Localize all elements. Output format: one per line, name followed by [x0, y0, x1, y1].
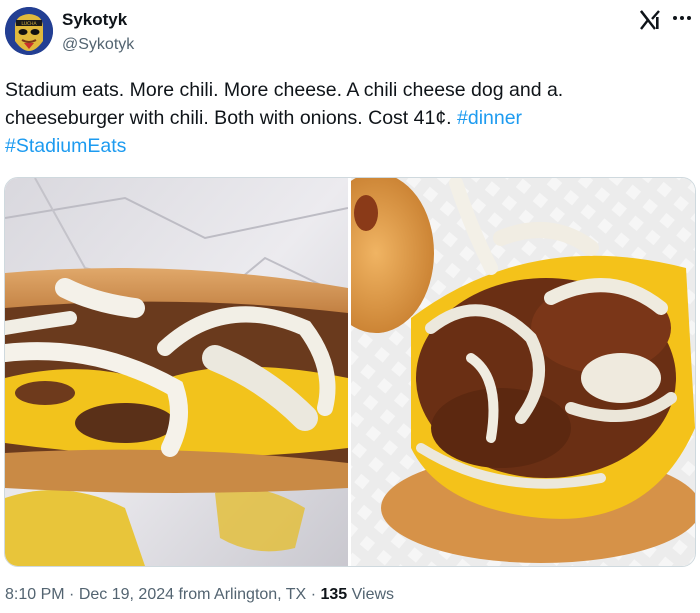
- x-logo-icon[interactable]: [638, 8, 662, 32]
- photo-chili-cheeseburger[interactable]: [351, 178, 695, 566]
- avatar[interactable]: LUCHA: [5, 7, 53, 55]
- views-label: Views: [351, 586, 395, 603]
- tweet-date[interactable]: Dec 19, 2024: [79, 586, 174, 603]
- meta-separator: ·: [310, 586, 317, 603]
- hashtag-stadiumeats[interactable]: #StadiumEats: [5, 135, 126, 157]
- avatar-mask-icon: LUCHA: [5, 7, 53, 55]
- tweet-meta: 8:10 PM · Dec 19, 2024 from Arlington, T…: [5, 585, 394, 605]
- location-prefix: from: [178, 586, 211, 603]
- tweet-text: Stadium eats. More chili. More cheese. A…: [5, 76, 645, 160]
- more-options-icon[interactable]: [669, 6, 695, 30]
- svg-text:LUCHA: LUCHA: [21, 21, 37, 27]
- dot: [687, 16, 691, 20]
- photo-chili-cheese-dog[interactable]: [5, 178, 348, 566]
- media-grid: [4, 177, 696, 567]
- meta-separator: ·: [69, 586, 75, 603]
- views-count: 135: [320, 586, 348, 603]
- dot: [673, 16, 677, 20]
- author-handle[interactable]: @Sykotyk: [62, 35, 134, 55]
- tweet-time[interactable]: 8:10 PM: [5, 586, 65, 603]
- dot: [680, 16, 684, 20]
- tweet-location: Arlington, TX: [214, 586, 307, 603]
- hashtag-dinner[interactable]: #dinner: [457, 107, 522, 129]
- author-name[interactable]: Sykotyk: [62, 10, 127, 30]
